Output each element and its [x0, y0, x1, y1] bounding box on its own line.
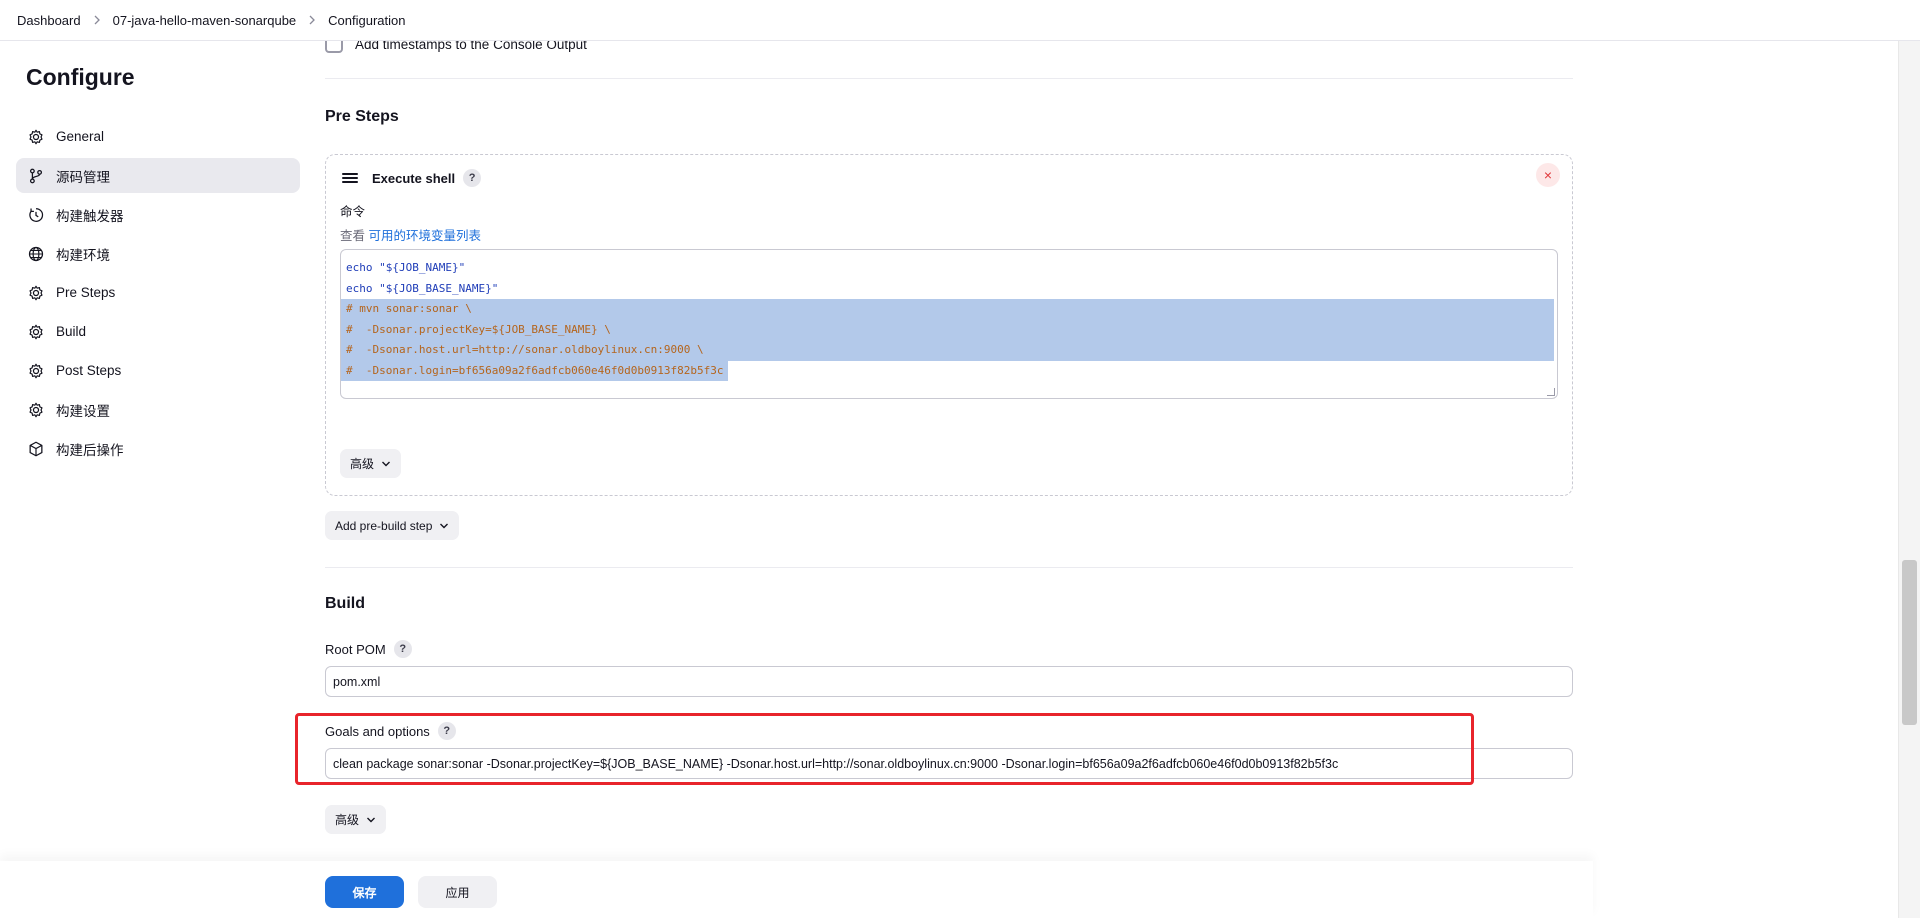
code-line: # -Dsonar.login=bf656a09a2f6adfcb060e46f…	[341, 360, 728, 381]
goals-label: Goals and options ?	[325, 722, 456, 740]
advanced-label: 高级	[350, 457, 375, 471]
sidebar-item-label: 构建设置	[56, 403, 110, 419]
gear-icon	[26, 400, 46, 420]
sidebar-item-label: 构建触发器	[56, 208, 124, 224]
section-divider	[325, 78, 1573, 79]
branch-icon	[26, 166, 46, 186]
sidebar-item-environment[interactable]: 构建环境	[16, 236, 300, 271]
root-pom-label: Root POM ?	[325, 640, 412, 658]
chevron-down-icon	[381, 460, 391, 468]
build-advanced-button[interactable]: 高级	[325, 805, 387, 834]
delete-step-button[interactable]: ×	[1536, 163, 1560, 187]
scrollbar-thumb[interactable]	[1902, 560, 1917, 725]
bottom-action-bar	[0, 861, 1593, 918]
command-label: 命令	[340, 205, 366, 219]
help-icon[interactable]: ?	[393, 640, 412, 658]
sidebar-item-post-steps[interactable]: Post Steps	[16, 353, 300, 388]
code-line: echo "${JOB_BASE_NAME}"	[346, 281, 499, 295]
command-textarea[interactable]: echo "${JOB_NAME}" echo "${JOB_BASE_NAME…	[340, 249, 1558, 399]
sidebar-item-scm[interactable]: 源码管理	[16, 158, 300, 193]
sidebar-item-build-settings[interactable]: 构建设置	[16, 392, 300, 427]
sidebar-item-label: General	[56, 129, 105, 144]
sidebar-item-post-build[interactable]: 构建后操作	[16, 431, 300, 466]
section-divider	[325, 567, 1573, 568]
gear-icon	[26, 361, 46, 381]
scrollbar[interactable]	[1898, 41, 1920, 918]
chevron-right-icon	[93, 15, 101, 25]
env-vars-prefix: 查看	[340, 229, 366, 243]
gear-icon	[26, 127, 46, 147]
pre-steps-title: Pre Steps	[325, 108, 399, 125]
advanced-label: 高级	[335, 813, 360, 827]
globe-icon	[26, 244, 46, 264]
code-line: # mvn sonar:sonar \	[341, 299, 1554, 320]
clock-icon	[26, 205, 46, 225]
env-vars-line: 查看 可用的环境变量列表	[340, 225, 481, 244]
sidebar-item-label: 构建环境	[56, 247, 110, 263]
env-vars-link[interactable]: 可用的环境变量列表	[369, 229, 482, 243]
sidebar-item-triggers[interactable]: 构建触发器	[16, 197, 300, 232]
add-step-label: Add pre-build step	[335, 518, 433, 533]
root-pom-input[interactable]	[325, 666, 1573, 697]
sidebar-item-label: 构建后操作	[56, 442, 124, 458]
breadcrumb-dashboard[interactable]: Dashboard	[17, 13, 81, 28]
sidebar-item-label: 源码管理	[56, 169, 110, 185]
step-header: Execute shell ?	[340, 169, 482, 187]
sidebar-item-pre-steps[interactable]: Pre Steps	[16, 275, 300, 310]
apply-button[interactable]: 应用	[418, 876, 497, 908]
page-title: Configure	[26, 64, 135, 90]
step-name: Execute shell	[372, 170, 456, 186]
main-content: Add timestamps to the Console Output Pre…	[325, 0, 1573, 918]
goals-label-text: Goals and options	[325, 723, 430, 739]
sidebar-item-general[interactable]: General	[16, 119, 300, 154]
sidebar-nav: General 源码管理 构建触发器 构建环境 Pre Steps Build	[16, 119, 300, 470]
help-icon[interactable]: ?	[437, 722, 456, 740]
add-pre-build-step-button[interactable]: Add pre-build step	[325, 511, 460, 540]
save-button[interactable]: 保存	[325, 876, 404, 908]
cube-icon	[26, 439, 46, 459]
execute-shell-step: Execute shell ? × 命令 查看 可用的环境变量列表 echo "…	[325, 154, 1573, 496]
breadcrumb-job[interactable]: 07-java-hello-maven-sonarqube	[113, 13, 297, 28]
gear-icon	[26, 322, 46, 342]
breadcrumb: Dashboard 07-java-hello-maven-sonarqube …	[0, 0, 1920, 41]
goals-options-input[interactable]	[325, 748, 1573, 779]
root-pom-label-text: Root POM	[325, 641, 386, 657]
drag-handle-icon[interactable]	[340, 170, 360, 186]
step-advanced-button[interactable]: 高级	[340, 449, 402, 478]
help-icon[interactable]: ?	[463, 169, 482, 187]
breadcrumb-configuration[interactable]: Configuration	[328, 13, 405, 28]
chevron-down-icon	[366, 816, 376, 824]
resize-handle-icon[interactable]	[1547, 388, 1555, 396]
build-title: Build	[325, 595, 365, 612]
code-line: echo "${JOB_NAME}"	[346, 261, 466, 274]
sidebar-item-label: Post Steps	[56, 363, 122, 378]
sidebar-item-build[interactable]: Build	[16, 314, 300, 349]
sidebar-item-label: Pre Steps	[56, 285, 116, 300]
code-line: # -Dsonar.projectKey=${JOB_BASE_NAME} \	[341, 319, 1554, 340]
code-line: # -Dsonar.host.url=http://sonar.oldboyli…	[341, 340, 1554, 361]
chevron-right-icon	[308, 15, 316, 25]
sidebar-item-label: Build	[56, 324, 87, 339]
gear-icon	[26, 283, 46, 303]
chevron-down-icon	[439, 522, 449, 530]
